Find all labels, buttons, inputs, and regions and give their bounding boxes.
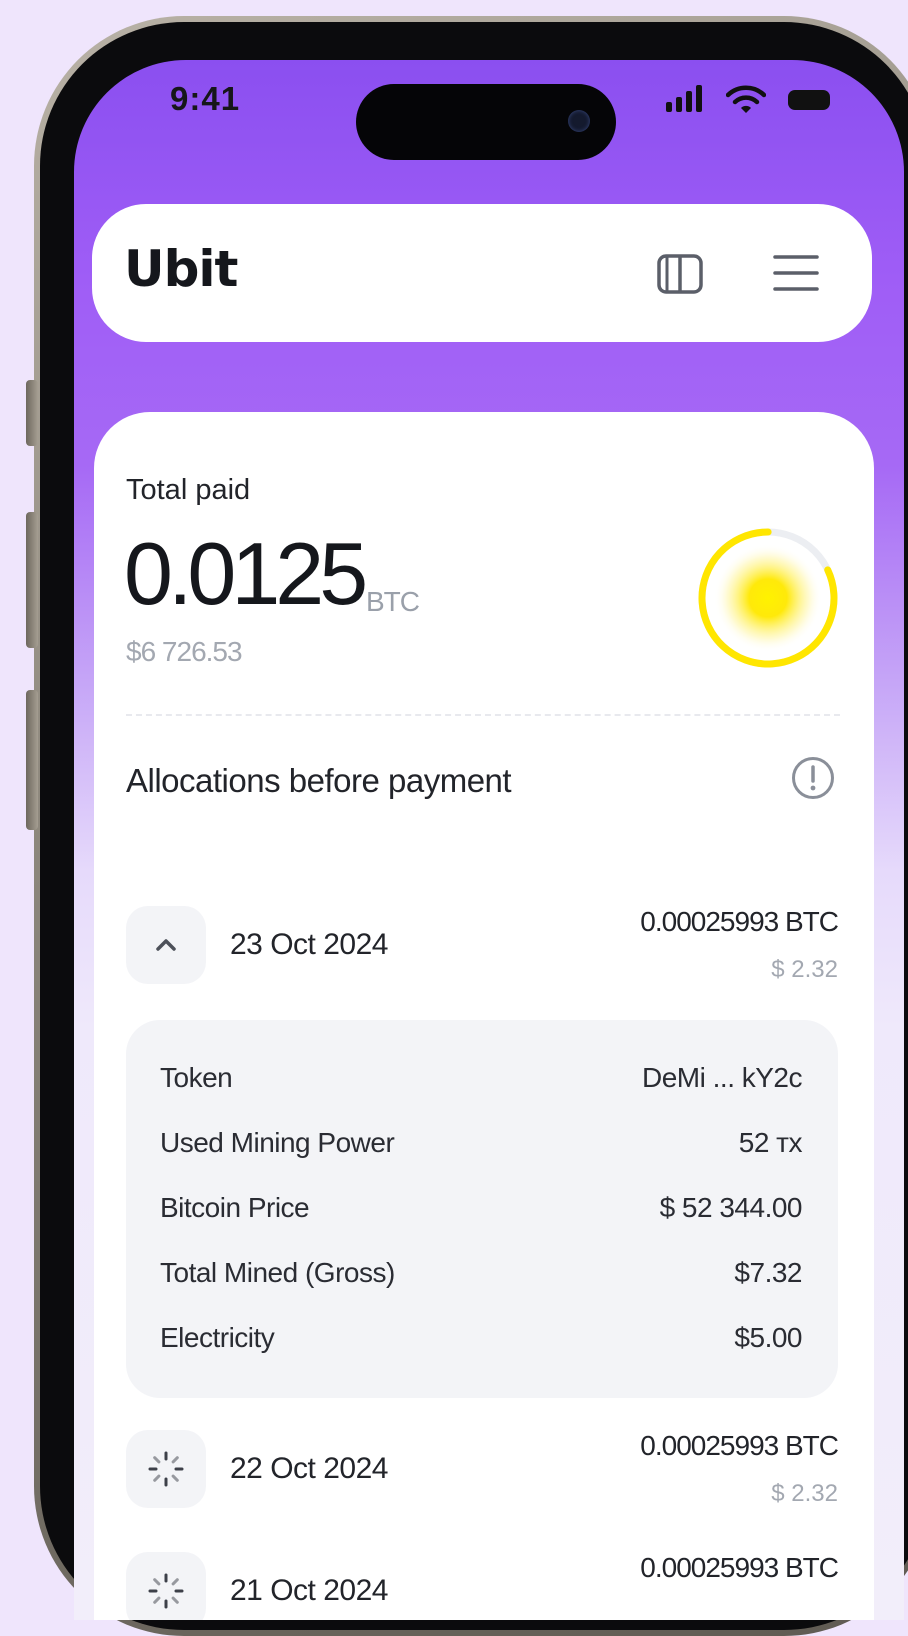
detail-row-electricity: Electricity $5.00 bbox=[160, 1322, 802, 1362]
expand-toggle[interactable] bbox=[126, 1552, 206, 1620]
dynamic-island bbox=[356, 84, 616, 160]
detail-value: DeMi ... kY2c bbox=[642, 1062, 802, 1093]
payment-card: Total paid 0.0125 BTC $6 726.53 Allocati… bbox=[94, 412, 874, 1620]
detail-label: Token bbox=[160, 1062, 233, 1093]
phone-screen: 9:41 Ubit Total paid 0.0125 BTC $6 726.5… bbox=[74, 60, 904, 1620]
detail-value: $7.32 bbox=[734, 1257, 802, 1288]
allocation-btc: 0.00025993 BTC bbox=[640, 1430, 839, 1461]
detail-value: 52 тх bbox=[738, 1127, 803, 1158]
total-paid-unit: BTC bbox=[366, 586, 420, 617]
loading-spinner-icon bbox=[148, 1573, 184, 1609]
allocation-usd: $ 2.32 bbox=[771, 956, 838, 983]
allocation-date: 23 Oct 2024 bbox=[230, 928, 388, 961]
total-paid-amount: 0.0125 bbox=[124, 524, 368, 623]
allocation-day-row[interactable]: 22 Oct 2024 0.00025993 BTC $ 2.32 bbox=[126, 1430, 839, 1520]
detail-value: $5.00 bbox=[734, 1322, 802, 1353]
book-icon[interactable] bbox=[656, 252, 704, 296]
section-divider bbox=[126, 714, 840, 716]
collapse-toggle[interactable] bbox=[126, 906, 206, 984]
total-paid-label: Total paid bbox=[126, 474, 251, 506]
detail-row-mining-power: Used Mining Power 52 тх bbox=[160, 1127, 803, 1167]
allocation-day-row[interactable]: 21 Oct 2024 0.00025993 BTC bbox=[126, 1552, 839, 1620]
detail-value: $ 52 344.00 bbox=[659, 1192, 803, 1223]
loading-spinner-icon bbox=[148, 1451, 184, 1487]
detail-label: Total Mined (Gross) bbox=[160, 1257, 395, 1288]
chevron-up-icon bbox=[156, 939, 176, 951]
detail-row-token: Token DeMi ... kY2c bbox=[160, 1062, 802, 1102]
payment-progress-ring bbox=[698, 528, 838, 668]
progress-ring-glow bbox=[714, 544, 822, 652]
detail-label: Electricity bbox=[160, 1322, 275, 1353]
volume-button bbox=[26, 690, 38, 830]
allocation-btc: 0.00025993 BTC bbox=[640, 1552, 839, 1583]
wifi-icon bbox=[726, 85, 766, 113]
detail-label: Used Mining Power bbox=[160, 1127, 395, 1158]
allocation-usd: $ 2.32 bbox=[771, 1480, 838, 1507]
info-icon[interactable] bbox=[791, 756, 835, 800]
signal-icon bbox=[666, 84, 706, 112]
app-header: Ubit bbox=[92, 204, 872, 342]
status-bar: 9:41 bbox=[74, 60, 904, 160]
detail-row-bitcoin-price: Bitcoin Price $ 52 344.00 bbox=[160, 1192, 803, 1232]
allocation-btc: 0.00025993 BTC bbox=[640, 906, 839, 937]
allocation-date: 22 Oct 2024 bbox=[230, 1452, 388, 1485]
app-logo: Ubit bbox=[124, 240, 238, 298]
detail-label: Bitcoin Price bbox=[160, 1192, 310, 1223]
allocation-date: 21 Oct 2024 bbox=[230, 1574, 388, 1607]
expand-toggle[interactable] bbox=[126, 1430, 206, 1508]
allocation-details: Token DeMi ... kY2c Used Mining Power 52… bbox=[126, 1020, 838, 1398]
detail-row-total-mined: Total Mined (Gross) $7.32 bbox=[160, 1257, 802, 1297]
allocations-title: Allocations before payment bbox=[126, 762, 512, 799]
volume-button bbox=[26, 380, 38, 446]
volume-button bbox=[26, 512, 38, 648]
total-paid-fiat: $6 726.53 bbox=[126, 636, 243, 667]
menu-icon[interactable] bbox=[772, 252, 820, 294]
camera-lens bbox=[568, 110, 590, 132]
battery-icon bbox=[788, 90, 830, 110]
status-time: 9:41 bbox=[170, 80, 241, 117]
status-icons bbox=[666, 84, 836, 118]
allocation-day-row[interactable]: 23 Oct 2024 0.00025993 BTC $ 2.32 bbox=[126, 906, 839, 996]
